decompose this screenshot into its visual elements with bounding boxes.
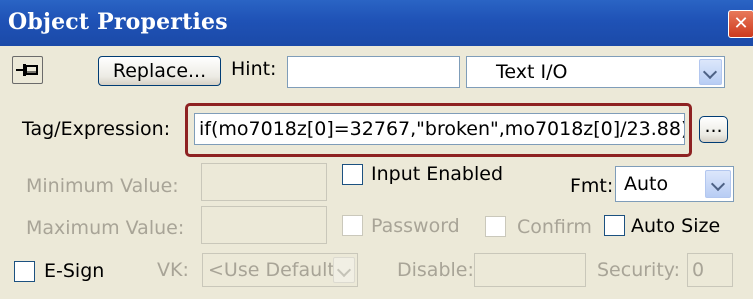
chevron-down-icon — [710, 176, 726, 192]
password-checkbox[interactable] — [342, 215, 363, 236]
close-button[interactable]: ✕ — [728, 10, 753, 38]
input-enabled-checkbox[interactable] — [342, 164, 363, 185]
close-icon: ✕ — [733, 13, 749, 34]
auto-size-checkbox[interactable] — [604, 215, 625, 236]
dialog-body: Replace... Hint: Text I/O Tag/Expression… — [0, 46, 753, 299]
security-label: Security: — [597, 259, 681, 281]
object-type-dropdown[interactable]: Text I/O — [466, 56, 725, 88]
minimum-value-input[interactable] — [201, 163, 327, 201]
minimum-value-label: Minimum Value: — [26, 175, 179, 197]
browse-button[interactable]: ... — [699, 116, 728, 143]
fmt-label: Fmt: — [570, 175, 614, 197]
disable-label: Disable: — [397, 259, 474, 281]
chevron-down-icon — [336, 262, 352, 278]
tag-expression-label: Tag/Expression: — [22, 118, 171, 140]
hint-label: Hint: — [231, 58, 277, 80]
hint-input[interactable] — [287, 56, 460, 88]
chevron-down-icon — [702, 64, 718, 80]
object-properties-dialog: Object Properties ✕ Replace... Hint: Tex… — [0, 0, 753, 299]
ellipsis-icon: ... — [704, 115, 723, 137]
fmt-dropdown[interactable]: Auto — [615, 166, 734, 202]
e-sign-checkbox[interactable] — [14, 261, 35, 282]
confirm-label: Confirm — [517, 216, 592, 238]
maximum-value-input[interactable] — [201, 206, 327, 244]
e-sign-label: E-Sign — [44, 260, 105, 282]
dialog-title: Object Properties — [8, 9, 228, 35]
password-label: Password — [371, 215, 460, 237]
fmt-dropdown-arrow[interactable] — [705, 170, 731, 198]
vk-dropdown-arrow[interactable] — [333, 257, 355, 283]
replace-button[interactable]: Replace... — [98, 56, 221, 86]
pin-button[interactable] — [12, 56, 43, 84]
maximum-value-label: Maximum Value: — [26, 217, 185, 239]
pin-icon — [16, 64, 38, 76]
auto-size-label: Auto Size — [631, 215, 721, 237]
object-type-dropdown-arrow[interactable] — [699, 59, 722, 85]
highlight-annotation — [185, 103, 692, 157]
title-bar[interactable]: Object Properties ✕ — [0, 0, 753, 46]
vk-label: VK: — [157, 259, 189, 281]
disable-input[interactable] — [474, 253, 586, 287]
input-enabled-label: Input Enabled — [371, 163, 504, 185]
object-type-value: Text I/O — [496, 61, 568, 83]
security-input[interactable]: 0 — [687, 253, 733, 287]
vk-dropdown[interactable]: <Use Default> — [202, 253, 358, 287]
confirm-checkbox[interactable] — [485, 216, 506, 237]
fmt-value: Auto — [624, 173, 669, 195]
vk-value: <Use Default> — [208, 259, 351, 281]
